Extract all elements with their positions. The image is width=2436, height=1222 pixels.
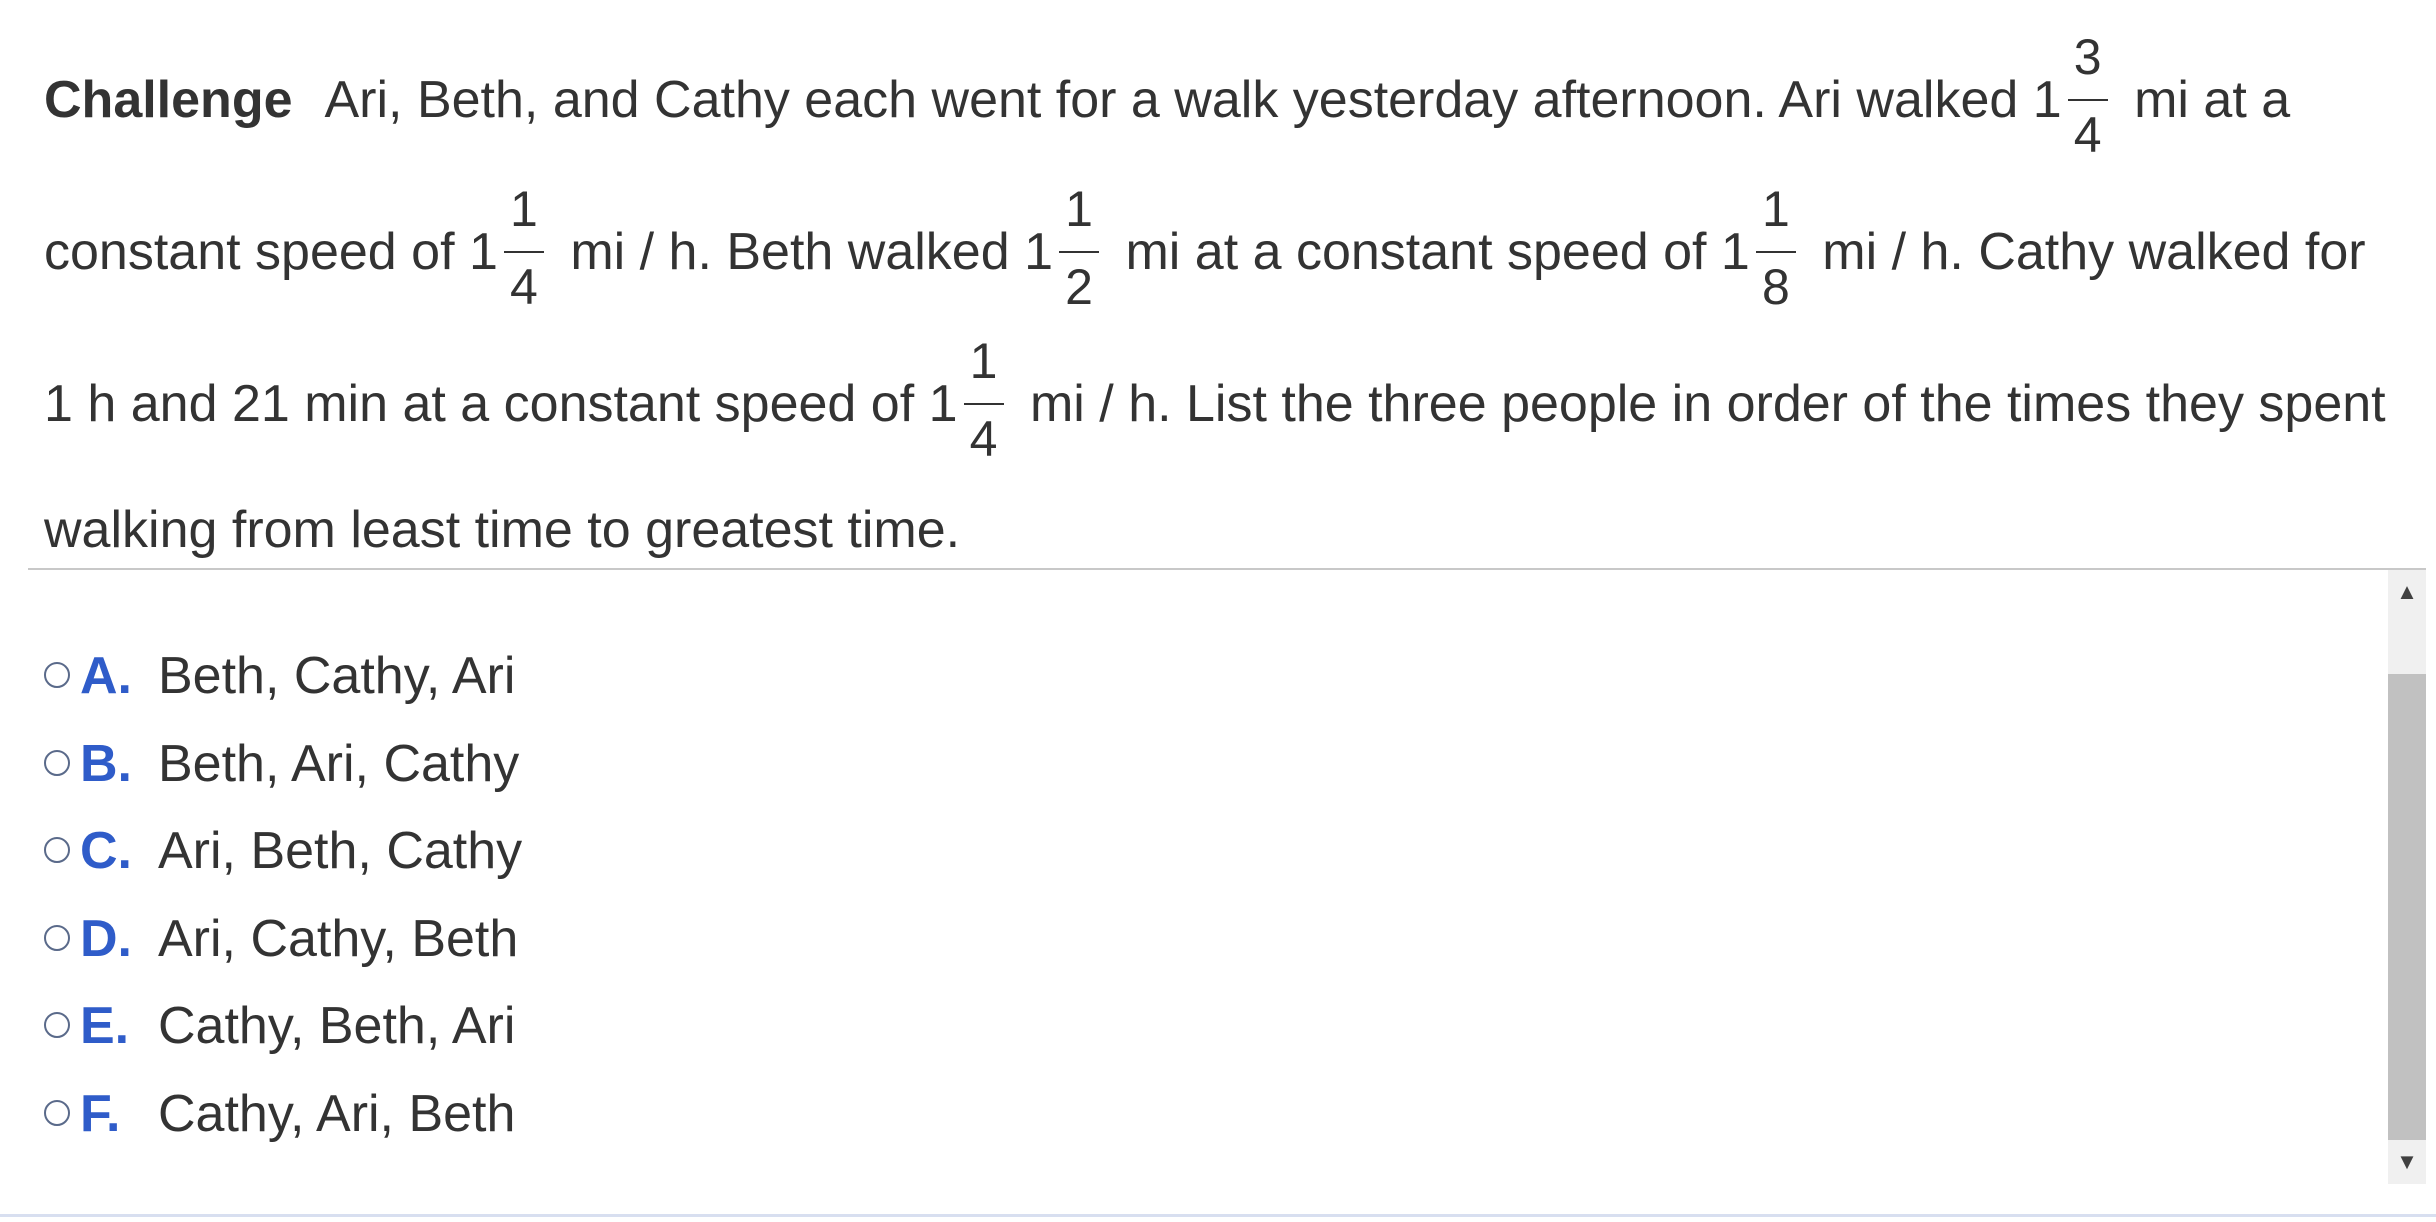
option-c[interactable]: C. Ari, Beth, Cathy [44, 808, 1044, 896]
question-text-segment: 1 h and 21 min at a constant speed of 1 [44, 375, 958, 433]
option-letter: F. [80, 1084, 121, 1143]
fraction-bar [2067, 98, 2108, 101]
fraction-one-quarter: 14 [502, 183, 546, 313]
fraction-three-quarters: 34 [2066, 31, 2110, 161]
question-line-3: 1 h and 21 min at a constant speed of 11… [44, 328, 2424, 480]
option-b[interactable]: B. Beth, Ari, Cathy [44, 721, 1044, 809]
scroll-down-arrow-icon[interactable]: ▼ [2388, 1140, 2426, 1184]
option-text: Beth, Ari, Cathy [158, 734, 520, 793]
option-letter: B. [80, 734, 132, 793]
question-text-segment: Ari, Beth, and Cathy each went for a wal… [324, 71, 2062, 129]
question-text: Challenge Ari, Beth, and Cathy each went … [44, 24, 2424, 580]
scroll-up-arrow-icon[interactable]: ▲ [2388, 570, 2426, 614]
radio-button-icon[interactable] [44, 1012, 70, 1039]
bottom-border [0, 1214, 2436, 1217]
fraction-denominator: 4 [509, 258, 538, 315]
question-text-segment: mi at a constant speed of 1 [1111, 223, 1750, 281]
question-text-segment: mi / h. List the three people in order o… [1015, 375, 2386, 433]
fraction-bar [963, 402, 1004, 405]
radio-button-icon[interactable] [44, 924, 70, 951]
section-divider [28, 568, 2426, 570]
fraction-denominator: 2 [1065, 258, 1093, 315]
fraction-denominator: 8 [1761, 258, 1790, 315]
fraction-bar [1755, 250, 1796, 253]
answer-options: A. Beth, Cathy, Ari B. Beth, Ari, Cathy C.… [44, 633, 1044, 1158]
question-text-segment: walking from least time to greatest time… [44, 501, 961, 559]
option-text: Beth, Cathy, Ari [158, 647, 516, 705]
option-letter: C. [80, 822, 132, 880]
fraction-one-quarter: 14 [962, 335, 1006, 465]
fraction-one-half: 12 [1057, 183, 1101, 313]
option-letter: E. [80, 997, 130, 1055]
question-text-segment: constant speed of 1 [44, 223, 498, 281]
fraction-numerator: 1 [1065, 180, 1093, 237]
radio-button-icon[interactable] [44, 1099, 70, 1126]
option-d[interactable]: D. Ari, Cathy, Beth [44, 896, 1044, 984]
fraction-numerator: 3 [2073, 28, 2102, 85]
option-letter: D. [80, 909, 132, 968]
radio-button-icon[interactable] [44, 749, 70, 776]
question-line-4: walking from least time to greatest time… [44, 480, 2424, 580]
question-text-segment: mi at a [2119, 71, 2291, 129]
fraction-denominator: 4 [969, 410, 998, 467]
vertical-scrollbar[interactable]: ▲ ▼ [2388, 570, 2426, 1184]
question-text-segment: mi / h. Beth walked 1 [555, 223, 1054, 281]
radio-button-icon[interactable] [44, 837, 70, 864]
fraction-numerator: 1 [969, 332, 998, 389]
option-f[interactable]: F. Cathy, Ari, Beth [44, 1071, 1044, 1159]
fraction-bar [1059, 250, 1100, 253]
option-letter: A. [80, 647, 132, 705]
fraction-denominator: 4 [2073, 106, 2102, 163]
fraction-numerator: 1 [509, 180, 538, 237]
option-e[interactable]: E. Cathy, Beth, Ari [44, 983, 1044, 1071]
question-line-1: Challenge Ari, Beth, and Cathy each went … [44, 24, 2424, 176]
option-text: Cathy, Ari, Beth [158, 1084, 516, 1143]
question-text-segment: mi / h. Cathy walked for [1807, 223, 2366, 281]
scrollbar-thumb[interactable] [2388, 674, 2426, 1140]
fraction-bar [503, 250, 544, 253]
option-text: Ari, Cathy, Beth [158, 909, 519, 968]
question-line-2: constant speed of 114 mi / h. Beth walke… [44, 176, 2424, 328]
fraction-one-eighth: 18 [1754, 183, 1798, 313]
option-text: Cathy, Beth, Ari [158, 997, 516, 1055]
challenge-label: Challenge [44, 71, 293, 129]
option-a[interactable]: A. Beth, Cathy, Ari [44, 633, 1044, 721]
fraction-numerator: 1 [1761, 180, 1790, 237]
option-text: Ari, Beth, Cathy [158, 822, 523, 880]
radio-button-icon[interactable] [44, 662, 70, 689]
